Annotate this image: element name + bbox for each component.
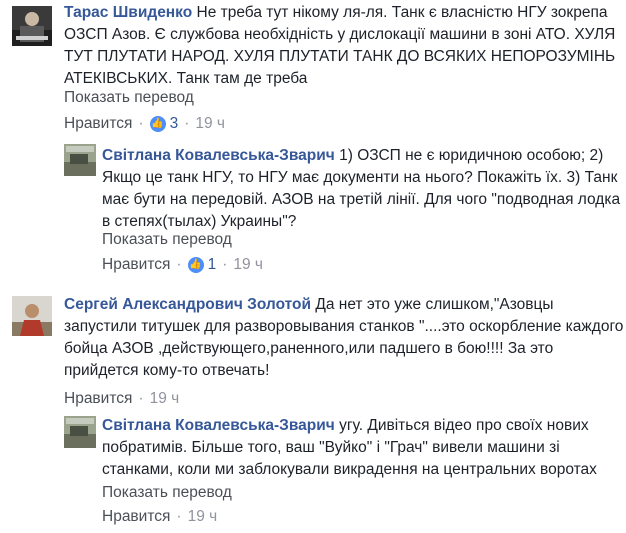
like-button[interactable]: Нравится bbox=[64, 390, 132, 408]
avatar[interactable] bbox=[64, 144, 96, 176]
comment-time[interactable]: 19 ч bbox=[188, 508, 218, 526]
see-translation-link[interactable]: Показать перевод bbox=[102, 484, 232, 502]
comment-author[interactable]: Тарас Швиденко bbox=[64, 4, 192, 21]
comment-body: Сергей Александрович Золотой Да нет это … bbox=[64, 294, 624, 382]
comment-time[interactable]: 19 ч bbox=[150, 390, 180, 408]
thumbs-up-icon[interactable]: 👍 bbox=[149, 116, 166, 132]
comment-time[interactable]: 19 ч bbox=[233, 256, 263, 274]
reaction-count[interactable]: 3 bbox=[170, 115, 179, 133]
reaction-count[interactable]: 1 bbox=[208, 256, 217, 274]
separator: · bbox=[222, 256, 228, 273]
comment-body: Світлана Ковалевська-Зварич 1) ОЗСП не є… bbox=[102, 145, 624, 233]
comment: Сергей Александрович Золотой Да нет это … bbox=[0, 290, 626, 410]
separator: · bbox=[138, 115, 144, 132]
comment-author[interactable]: Світлана Ковалевська-Зварич bbox=[102, 147, 335, 164]
separator: · bbox=[184, 115, 190, 132]
comment-actions: Нравится · 19 ч bbox=[102, 508, 217, 526]
comment: Тарас Швиденко Не треба тут нікому ля-ля… bbox=[0, 0, 626, 140]
comment-body: Тарас Швиденко Не треба тут нікому ля-ля… bbox=[64, 2, 624, 90]
see-translation-link[interactable]: Показать перевод bbox=[64, 89, 194, 107]
avatar[interactable] bbox=[64, 416, 96, 448]
see-translation-link[interactable]: Показать перевод bbox=[102, 231, 232, 249]
separator: · bbox=[138, 390, 144, 407]
separator: · bbox=[176, 508, 182, 525]
reply: Світлана Ковалевська-Зварич угу. Дивітьс… bbox=[0, 410, 626, 533]
reply: Світлана Ковалевська-Зварич 1) ОЗСП не є… bbox=[0, 140, 626, 280]
separator: · bbox=[176, 256, 182, 273]
like-button[interactable]: Нравится bbox=[64, 115, 132, 133]
comment-author[interactable]: Світлана Ковалевська-Зварич bbox=[102, 417, 335, 434]
comment-actions: Нравится · 19 ч bbox=[64, 390, 179, 408]
comment-body: Світлана Ковалевська-Зварич угу. Дивітьс… bbox=[102, 415, 624, 481]
comment-time[interactable]: 19 ч bbox=[195, 115, 225, 133]
comment-actions: Нравится · 👍 1 · 19 ч bbox=[102, 256, 263, 274]
thumbs-up-icon[interactable]: 👍 bbox=[187, 257, 204, 273]
like-button[interactable]: Нравится bbox=[102, 256, 170, 274]
avatar[interactable] bbox=[12, 6, 52, 46]
comment-actions: Нравится · 👍 3 · 19 ч bbox=[64, 115, 225, 133]
comment-author[interactable]: Сергей Александрович Золотой bbox=[64, 296, 311, 313]
like-button[interactable]: Нравится bbox=[102, 508, 170, 526]
avatar[interactable] bbox=[12, 296, 52, 336]
